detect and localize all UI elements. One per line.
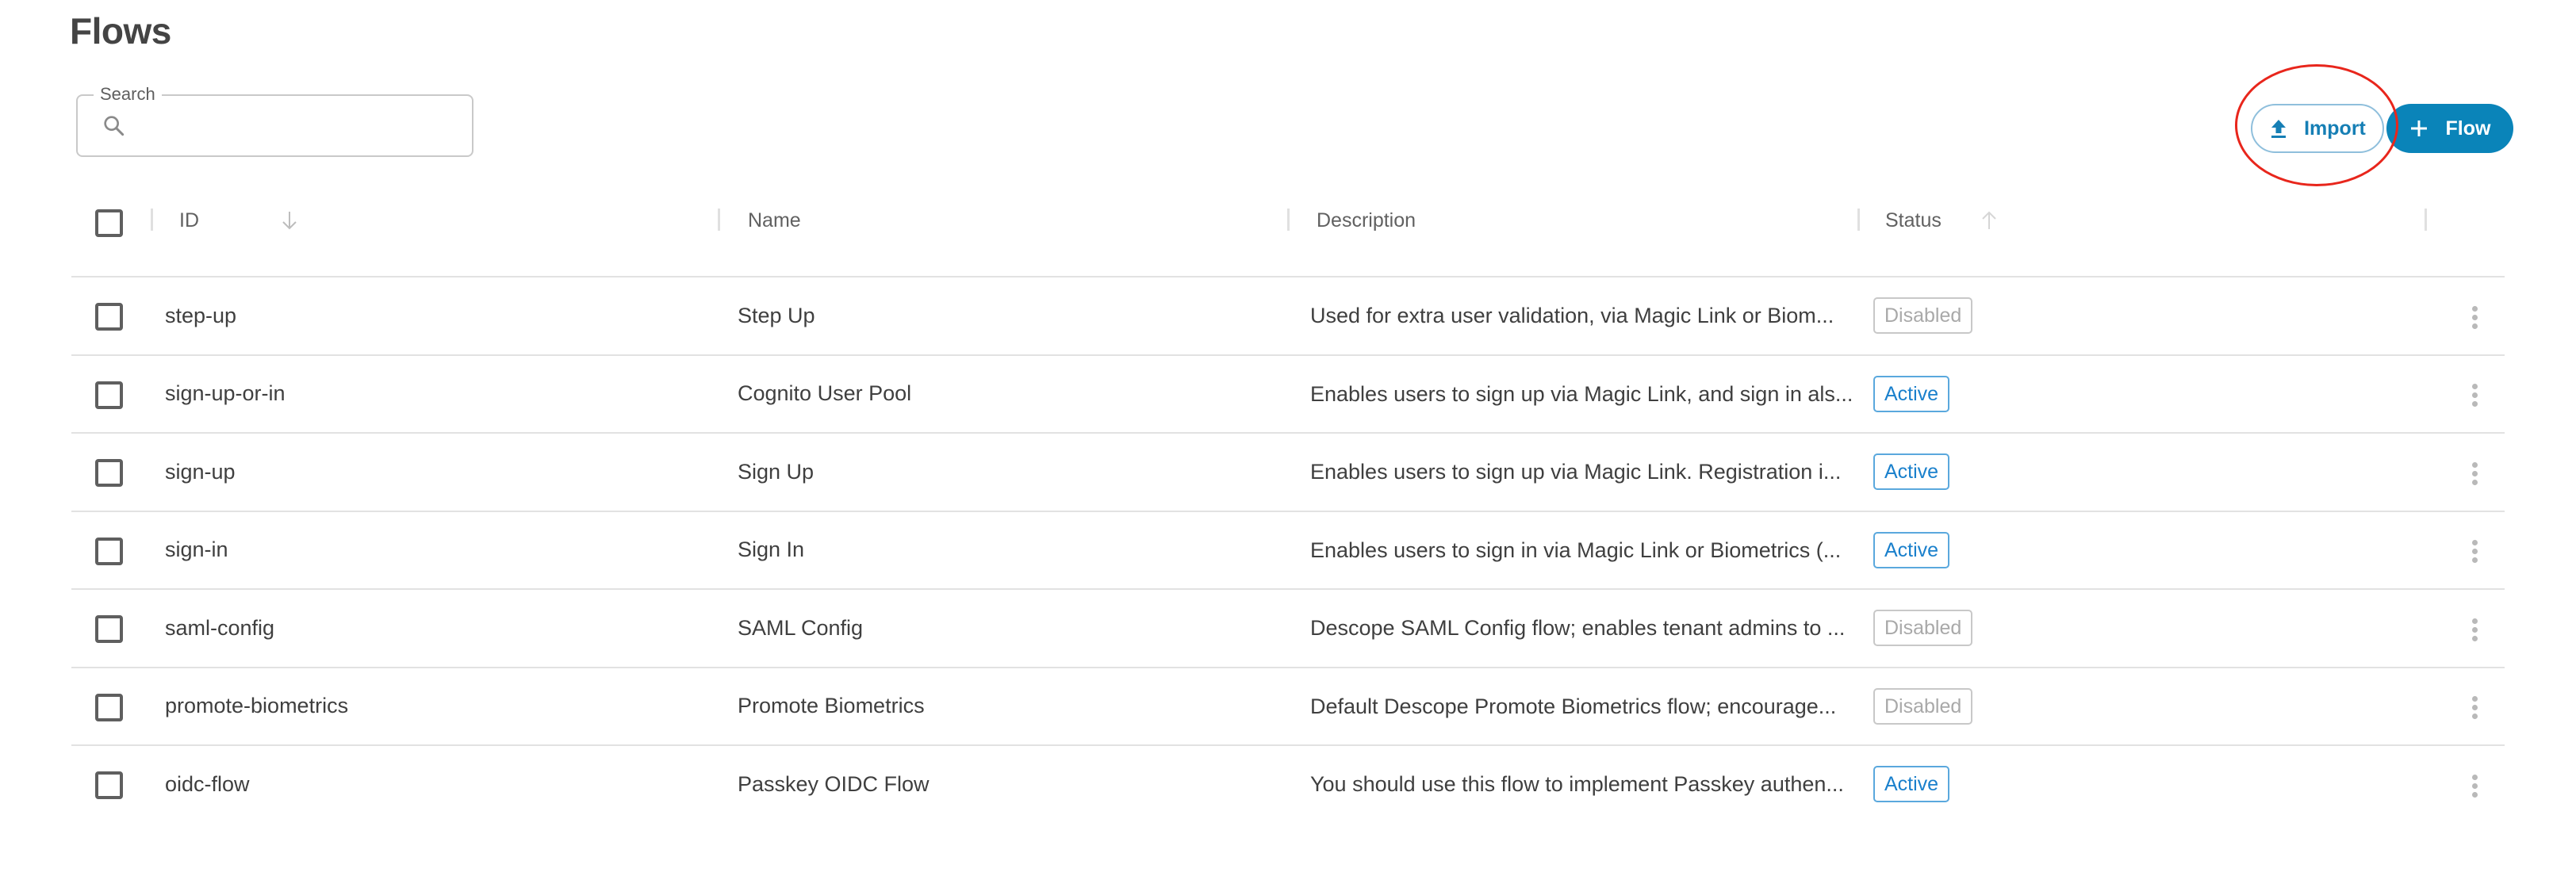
column-separator[interactable]: [2425, 209, 2427, 231]
row-checkbox[interactable]: [95, 459, 123, 487]
column-separator[interactable]: [1857, 209, 1860, 231]
cell-name: Sign In: [738, 538, 805, 561]
cell-id: sign-up-or-in: [165, 381, 286, 405]
cell-status: Active: [1873, 356, 1950, 432]
page-title: Flows: [70, 10, 171, 52]
search-input[interactable]: [138, 107, 461, 145]
cell-status: Disabled: [1873, 590, 1973, 666]
column-header-name[interactable]: Name: [748, 206, 801, 235]
row-checkbox[interactable]: [95, 537, 123, 565]
status-badge: Active: [1873, 375, 1950, 412]
more-vert-icon[interactable]: [2459, 380, 2490, 411]
column-header-label: Status: [1885, 209, 1942, 231]
more-vert-icon[interactable]: [2459, 457, 2490, 489]
cell-name: Cognito User Pool: [738, 381, 912, 405]
status-badge: Active: [1873, 531, 1950, 568]
column-header-label: Description: [1317, 209, 1416, 231]
status-badge: Disabled: [1873, 687, 1973, 725]
cell-name: Sign Up: [738, 459, 815, 484]
cell-description: Enables users to sign up via Magic Link.…: [1310, 460, 1842, 484]
more-vert-icon[interactable]: [2459, 614, 2490, 645]
cell-description: Enables users to sign up via Magic Link,…: [1310, 381, 1853, 406]
more-vert-icon[interactable]: [2459, 692, 2490, 724]
cell-name: Promote Biometrics: [738, 694, 925, 717]
cell-description: Enables users to sign in via Magic Link …: [1310, 538, 1842, 562]
table-body: step-up Step Up Used for extra user vali…: [71, 277, 2505, 825]
column-header-label: Name: [748, 209, 801, 231]
more-vert-icon[interactable]: [2459, 770, 2490, 802]
cell-id: oidc-flow: [165, 771, 250, 796]
cell-status: Disabled: [1873, 277, 1973, 354]
select-all-checkbox[interactable]: [95, 209, 123, 237]
import-button[interactable]: Import: [2251, 104, 2384, 153]
cell-name: Step Up: [738, 303, 815, 327]
arrow-down-icon[interactable]: [280, 209, 299, 231]
search-field[interactable]: Search: [76, 83, 473, 157]
cell-id: sign-in: [165, 538, 228, 561]
table-row[interactable]: step-up Step Up Used for extra user vali…: [71, 277, 2505, 356]
table-row[interactable]: oidc-flow Passkey OIDC Flow You should u…: [71, 746, 2505, 825]
column-header-status[interactable]: Status: [1885, 206, 1999, 235]
cell-description: Default Descope Promote Biometrics flow;…: [1310, 694, 1837, 718]
row-checkbox[interactable]: [95, 771, 123, 799]
table-row[interactable]: sign-up Sign Up Enables users to sign up…: [71, 434, 2505, 512]
add-flow-button[interactable]: Flow: [2386, 104, 2513, 153]
column-separator[interactable]: [718, 209, 720, 231]
search-icon: [102, 113, 127, 139]
cell-description: Descope SAML Config flow; enables tenant…: [1310, 616, 1846, 640]
more-vert-icon[interactable]: [2459, 536, 2490, 568]
table-row[interactable]: sign-up-or-in Cognito User Pool Enables …: [71, 356, 2505, 434]
cell-description: You should use this flow to implement Pa…: [1310, 772, 1844, 796]
cell-id: saml-config: [165, 615, 275, 640]
cell-id: promote-biometrics: [165, 694, 349, 717]
column-header-description[interactable]: Description: [1317, 206, 1416, 235]
row-checkbox[interactable]: [95, 303, 123, 331]
cell-id: sign-up: [165, 459, 236, 484]
cell-id: step-up: [165, 303, 237, 327]
row-checkbox[interactable]: [95, 693, 123, 721]
upload-icon: [2269, 117, 2288, 140]
status-badge: Active: [1873, 766, 1950, 802]
table-row[interactable]: sign-in Sign In Enables users to sign in…: [71, 512, 2505, 590]
column-header-label: ID: [179, 209, 199, 231]
flows-table: ID Name Description Status step-up Step …: [71, 190, 2505, 825]
add-flow-button-label: Flow: [2445, 117, 2491, 140]
row-checkbox[interactable]: [95, 615, 123, 643]
flows-page: Flows Search Import Flow ID Name Descrip…: [0, 0, 2576, 880]
import-button-label: Import: [2304, 117, 2366, 140]
cell-description: Used for extra user validation, via Magi…: [1310, 304, 1834, 327]
cell-status: Disabled: [1873, 668, 1973, 744]
more-vert-icon[interactable]: [2459, 301, 2490, 333]
status-badge: Disabled: [1873, 610, 1973, 646]
table-row[interactable]: saml-config SAML Config Descope SAML Con…: [71, 590, 2505, 668]
cell-status: Active: [1873, 512, 1950, 588]
search-label: Search: [94, 83, 162, 105]
cell-name: Passkey OIDC Flow: [738, 771, 930, 796]
cell-status: Active: [1873, 746, 1950, 822]
cell-status: Active: [1873, 434, 1950, 510]
status-badge: Disabled: [1873, 297, 1973, 334]
status-badge: Active: [1873, 453, 1950, 490]
plus-icon: [2409, 117, 2428, 140]
table-row[interactable]: promote-biometrics Promote Biometrics De…: [71, 668, 2505, 746]
arrow-up-icon[interactable]: [1980, 209, 1999, 231]
cell-name: SAML Config: [738, 615, 864, 640]
row-checkbox[interactable]: [95, 381, 123, 409]
column-header-id[interactable]: ID: [179, 206, 299, 235]
column-separator[interactable]: [151, 209, 153, 231]
table-header: ID Name Description Status: [71, 190, 2505, 277]
column-separator[interactable]: [1287, 209, 1290, 231]
